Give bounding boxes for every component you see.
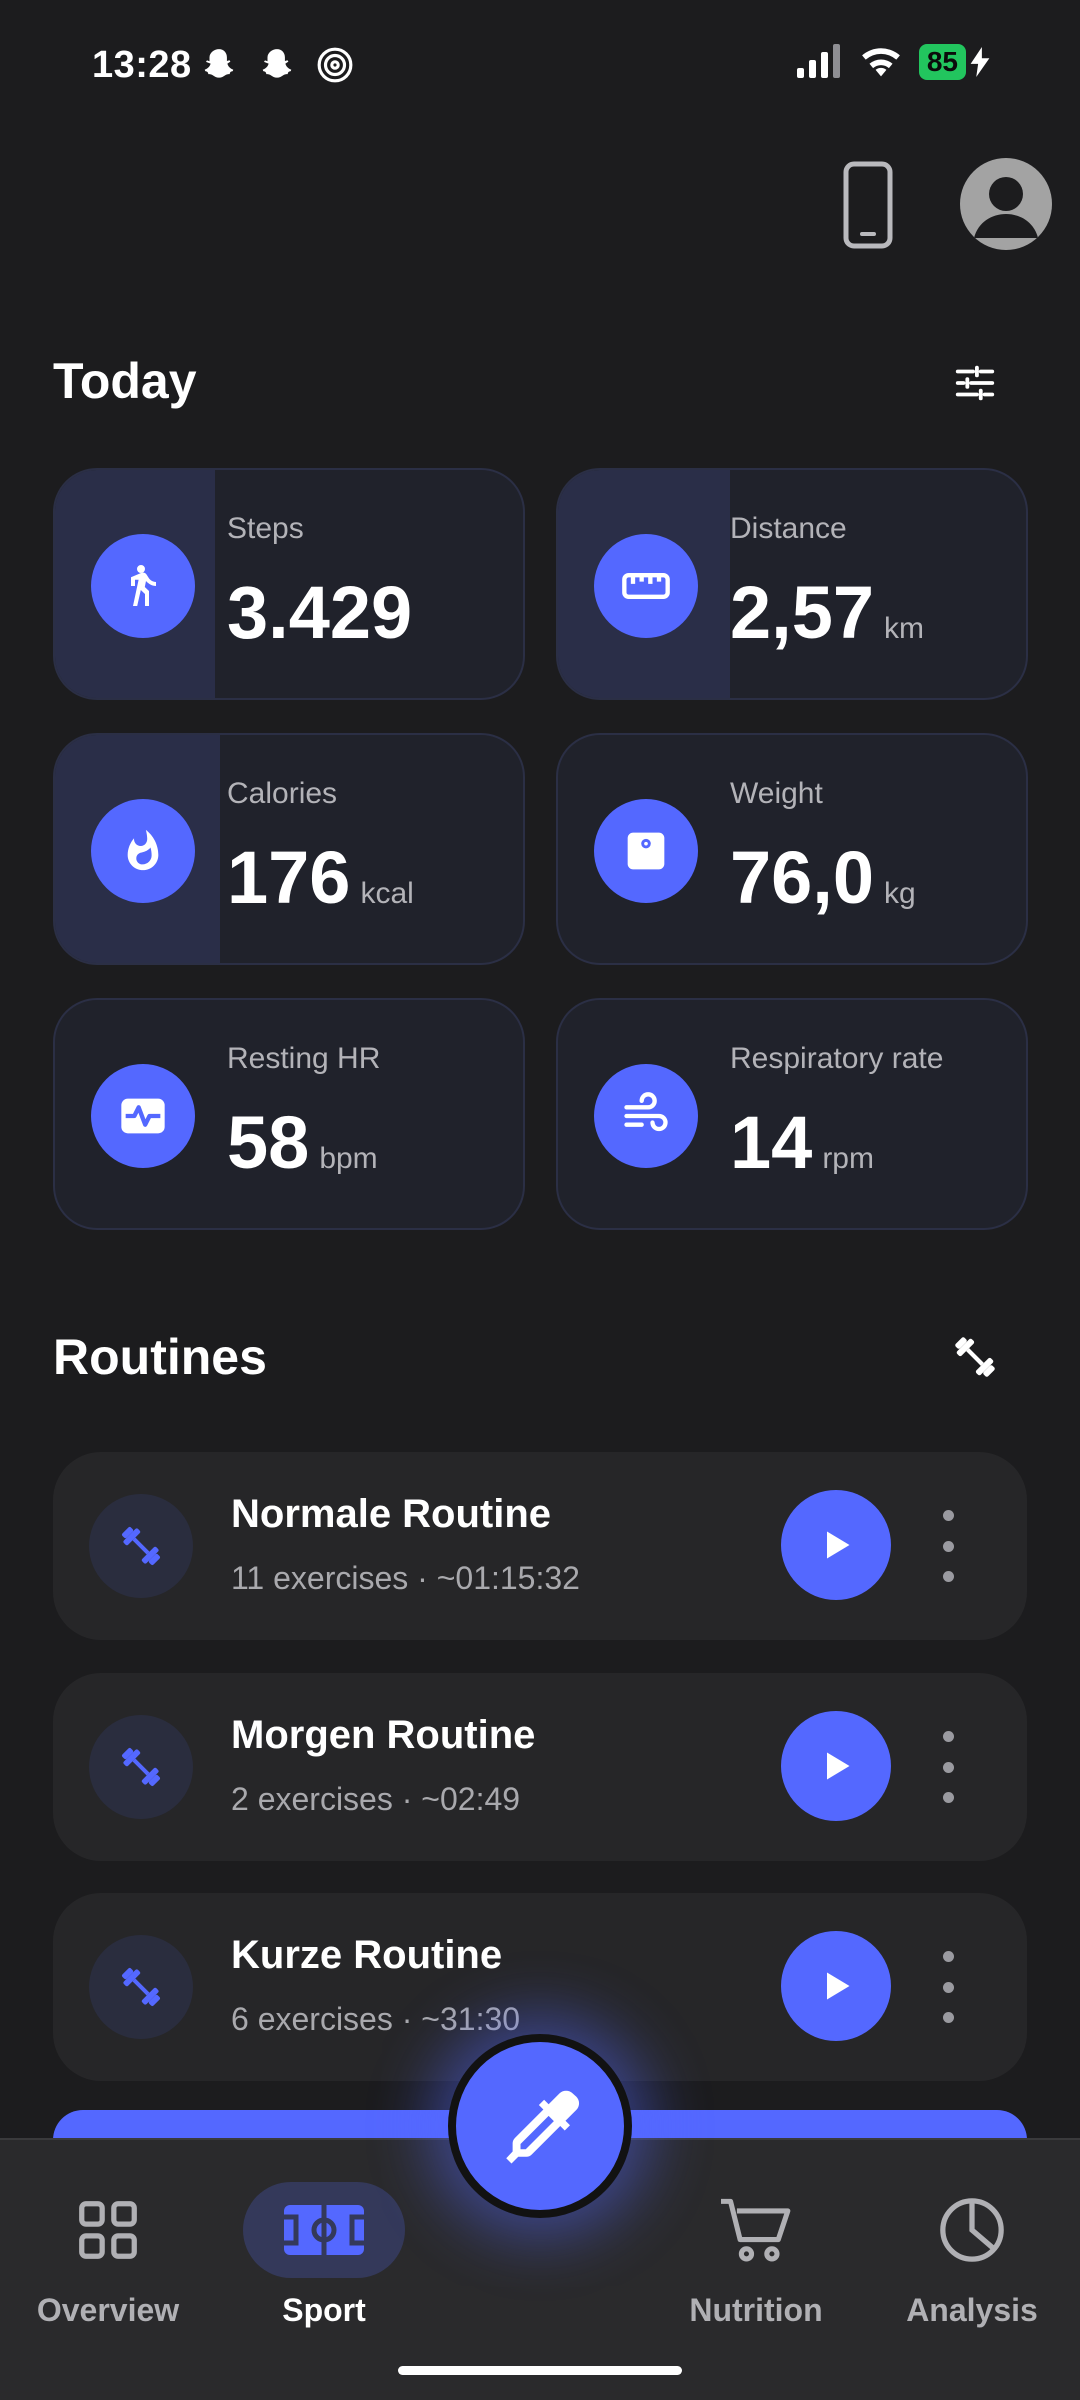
respiratory-rate-card[interactable]: Respiratory rate 14 rpm: [556, 998, 1028, 1230]
walking-icon: [91, 534, 195, 638]
more-options-button[interactable]: [933, 1951, 963, 2023]
routine-name: Morgen Routine: [231, 1713, 536, 1757]
card-value: 2,57: [730, 571, 875, 654]
ruler-icon: [594, 534, 698, 638]
wifi-icon: [861, 48, 900, 77]
play-icon: [827, 1752, 850, 1780]
status-time: 13:28: [92, 44, 192, 86]
dumbbell-icon: [89, 1715, 193, 1819]
snapchat-icon: [262, 49, 292, 78]
charging-bolt-icon: [970, 47, 990, 77]
card-label: Calories: [227, 777, 338, 810]
more-options-button[interactable]: [933, 1731, 963, 1803]
grid-icon: [79, 2201, 137, 2259]
routine-meta: 6 exercises · ~31:30: [231, 2001, 521, 2037]
phone-device-icon[interactable]: [838, 160, 898, 250]
dumbbell-icon: [89, 1494, 193, 1598]
routine-item[interactable]: Morgen Routine 2 exercises · ~02:49: [53, 1673, 1027, 1861]
play-button[interactable]: [781, 1490, 891, 1600]
battery-icon: 85: [918, 44, 990, 80]
dumbbell-icon: [89, 1935, 193, 2039]
weight-card[interactable]: Weight 76,0 kg: [556, 733, 1028, 965]
heart-monitor-icon: [91, 1064, 195, 1168]
today-title: Today: [53, 353, 197, 409]
card-value: 176: [227, 836, 351, 919]
routine-item[interactable]: Normale Routine 11 exercises · ~01:15:32: [53, 1452, 1027, 1640]
routine-meta: 11 exercises · ~01:15:32: [231, 1560, 580, 1596]
card-value: 76,0: [730, 836, 875, 919]
play-button[interactable]: [781, 1711, 891, 1821]
more-options-button[interactable]: [933, 1510, 963, 1582]
steps-card[interactable]: Steps 3.429: [53, 468, 525, 700]
card-value: 14: [730, 1101, 813, 1184]
filter-button[interactable]: [940, 348, 1010, 418]
nav-overview[interactable]: Overview: [0, 2180, 218, 2329]
pie-chart-icon: [940, 2198, 1004, 2262]
card-label: Resting HR: [227, 1042, 381, 1075]
nav-nutrition[interactable]: Nutrition: [646, 2180, 866, 2329]
wind-icon: [594, 1064, 698, 1168]
flame-icon: [91, 799, 195, 903]
snapchat-icon: [204, 49, 234, 78]
distance-card[interactable]: Distance 2,57 km: [556, 468, 1028, 700]
person-icon: [974, 177, 1038, 238]
signal-icon: [796, 44, 840, 78]
routines-title: Routines: [53, 1329, 267, 1385]
card-label: Weight: [730, 777, 823, 810]
resting-hr-card[interactable]: Resting HR 58 bpm: [53, 998, 525, 1230]
routine-name: Normale Routine: [231, 1492, 552, 1536]
profile-avatar[interactable]: [960, 158, 1052, 250]
card-label: Distance: [730, 512, 847, 545]
scale-icon: [594, 799, 698, 903]
card-unit: kg: [884, 877, 916, 910]
status-bar: 13:28 85: [0, 0, 1080, 130]
nav-analysis[interactable]: Analysis: [862, 2180, 1080, 2329]
sport-field-icon: [284, 2205, 364, 2255]
pipette-icon: [506, 2090, 580, 2164]
exercises-button[interactable]: [940, 1322, 1010, 1392]
nav-sport[interactable]: Sport: [214, 2180, 434, 2329]
play-icon: [827, 1972, 850, 2000]
sliders-icon: [955, 365, 995, 401]
card-unit: kcal: [360, 877, 414, 910]
routine-name: Kurze Routine: [231, 1933, 503, 1977]
play-button[interactable]: [781, 1931, 891, 2041]
home-indicator: [398, 2366, 682, 2375]
dumbbell-icon: [955, 1337, 995, 1377]
card-unit: km: [884, 612, 925, 645]
calories-card[interactable]: Calories 176 kcal: [53, 733, 525, 965]
routine-meta: 2 exercises · ~02:49: [231, 1781, 521, 1817]
card-unit: bpm: [319, 1142, 378, 1175]
card-value: 58: [227, 1101, 310, 1184]
pipette-fab-button[interactable]: [448, 2034, 632, 2218]
cart-icon: [721, 2198, 791, 2262]
card-unit: rpm: [822, 1142, 874, 1175]
play-icon: [827, 1531, 850, 1559]
target-icon: [317, 47, 353, 83]
card-value: 3.429: [227, 571, 413, 654]
card-label: Respiratory rate: [730, 1042, 944, 1075]
card-label: Steps: [227, 512, 304, 545]
